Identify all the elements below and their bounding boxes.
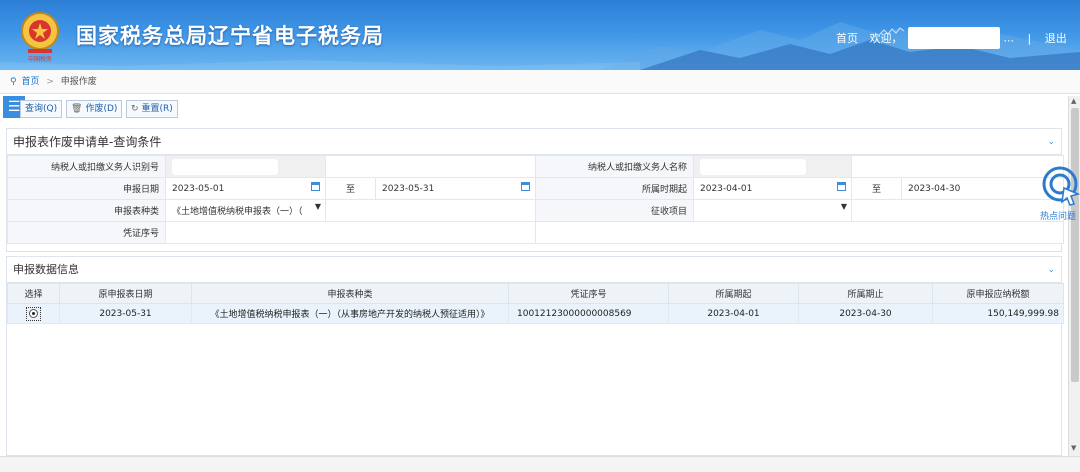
taxpayer-name-field [693,155,852,178]
taxpayer-id-label: 纳税人或扣缴义务人识别号 [7,155,166,178]
collapse-chevron-icon[interactable]: ⌄ [1047,129,1055,155]
logout-link[interactable]: 退出 [1045,32,1067,45]
filing-date-label: 申报日期 [7,177,166,200]
table-row[interactable]: 2023-05-31 《土地增值税纳税申报表（一）（从事房地产开发的纳税人预征适… [7,303,1064,324]
reset-button-label: 重置(R) [141,104,173,114]
masked-taxpayer-name [700,158,806,175]
breadcrumb-home-link[interactable]: 首页 [21,77,39,87]
query-panel-title: 申报表作废申请单-查询条件 [13,135,162,149]
period-from-value: 2023-04-01 [700,183,753,194]
location-pin-icon: ⚲ [10,77,17,87]
period-start-label: 所属时期起 [535,177,694,200]
filing-data-table: 选择 原申报表日期 申报表种类 凭证序号 所属期起 所属期止 原申报应纳税额 2… [7,283,1064,324]
filing-data-panel: 申报数据信息 ⌄ 选择 原申报表日期 申报表种类 凭证序号 所属期起 所属期止 … [6,256,1064,456]
period-from-cell: 2023-04-01 [668,303,799,324]
column-header: 原申报表日期 [59,283,192,304]
period-from-input[interactable]: 2023-04-01 [693,177,852,200]
dropdown-arrow-icon[interactable]: ▼ [841,202,847,211]
toolbar: ☰ 查询(Q) 🗑 作废(D) ↻ 重置(R) [0,94,1068,126]
data-panel-header: 申报数据信息 ⌄ [7,257,1061,283]
filing-date-cell: 2023-05-31 [59,303,192,324]
taxpayer-id-field [165,155,326,178]
vertical-scrollbar[interactable]: ▲ ▼ [1068,96,1080,456]
table-header-row: 选择 原申报表日期 申报表种类 凭证序号 所属期起 所属期止 原申报应纳税额 [7,283,1064,304]
dropdown-arrow-icon[interactable]: ▼ [315,202,321,211]
reset-button[interactable]: ↻ 重置(R) [126,100,178,118]
user-name-ellipsis: ... [1003,31,1015,45]
welcome-text: 欢迎， [869,32,903,45]
row-select-cell[interactable] [7,303,60,324]
site-title: 国家税务总局辽宁省电子税务局 [76,24,384,48]
row-select-radio[interactable] [26,306,41,321]
query-panel-header: 申报表作废申请单-查询条件 ⌄ [7,129,1061,155]
data-panel-title: 申报数据信息 [13,263,79,276]
tax-amount-cell: 150,149,999.98 [932,303,1064,324]
voucher-label: 凭证序号 [7,221,166,244]
period-to-cell: 2023-04-30 [798,303,933,324]
voucher-no-cell: 10012123000000008569 [508,303,669,324]
empty-cell [851,199,1064,222]
filing-date-from-input[interactable]: 2023-05-01 [165,177,326,200]
to-label: 至 [325,177,376,200]
voucher-input[interactable] [165,221,536,244]
form-type-selected: 《土地增值税纳税申报表（一）（ [172,207,303,217]
breadcrumb-current: 申报作废 [60,77,97,87]
header-user-links: 首页 欢迎， ... | 退出 [836,27,1067,49]
header-home-link[interactable]: 首页 [836,32,858,45]
form-type-select[interactable]: 《土地增值税纳税申报表（一）（ ▼ [165,199,326,222]
filing-date-to-input[interactable]: 2023-05-31 [375,177,536,200]
empty-cell [851,155,1064,178]
breadcrumb-separator: > [46,77,54,87]
empty-cell [535,221,1064,244]
tax-bureau-emblem: 中国税务 [21,12,59,63]
column-header: 所属期止 [798,283,933,304]
column-header: 所属期起 [668,283,799,304]
hotspot-label[interactable]: 热点问题 [1040,209,1076,222]
levy-item-label: 征收项目 [535,199,694,222]
site-header: 中国税务 国家税务总局辽宁省电子税务局 首页 欢迎， ... | 退出 [0,0,1080,70]
column-header: 凭证序号 [508,283,669,304]
taxpayer-name-label: 纳税人或扣缴义务人名称 [535,155,694,178]
form-type-cell: 《土地增值税纳税申报表（一）（从事房地产开发的纳税人预征适用）》 [191,303,509,324]
empty-cell [325,199,536,222]
form-type-label: 申报表种类 [7,199,166,222]
scroll-up-arrow-icon[interactable]: ▲ [1071,97,1076,105]
column-header: 选择 [7,283,60,304]
calendar-icon[interactable] [837,182,846,191]
filing-date-to-value: 2023-05-31 [382,183,435,194]
filing-date-from-value: 2023-05-01 [172,183,225,194]
masked-user-name [908,27,1000,49]
to-label: 至 [851,177,902,200]
period-to-value: 2023-04-30 [908,183,961,194]
radio-selected-icon [29,308,38,318]
column-header: 申报表种类 [191,283,509,304]
calendar-icon[interactable] [521,182,530,191]
breadcrumb: ⚲ 首页 > 申报作废 [0,70,1080,94]
empty-cell [325,155,536,178]
query-button-label: 查询(Q) [25,104,58,114]
calendar-icon[interactable] [311,182,320,191]
column-header: 原申报应纳税额 [932,283,1064,304]
svg-text:中国税务: 中国税务 [28,55,52,63]
header-separator: | [1027,31,1032,45]
levy-item-select[interactable]: ▼ [693,199,852,222]
query-conditions-panel: 申报表作废申请单-查询条件 ⌄ 纳税人或扣缴义务人识别号 纳税人或扣缴义务人名称… [6,128,1064,252]
collapse-chevron-icon[interactable]: ⌄ [1047,257,1055,283]
scrollbar-thumb[interactable] [1071,108,1079,382]
query-form-table: 纳税人或扣缴义务人识别号 纳税人或扣缴义务人名称 申报日期 2023-05-01… [7,155,1064,244]
void-button-label: 作废(D) [85,104,118,114]
scroll-down-arrow-icon[interactable]: ▼ [1071,444,1076,452]
void-button[interactable]: 🗑 作废(D) [66,100,123,118]
masked-taxpayer-id [172,158,278,175]
refresh-icon: ↻ [131,104,139,114]
bottom-status-bar [0,456,1080,472]
trash-icon: 🗑 [71,104,83,114]
query-button[interactable]: 查询(Q) [20,100,63,118]
